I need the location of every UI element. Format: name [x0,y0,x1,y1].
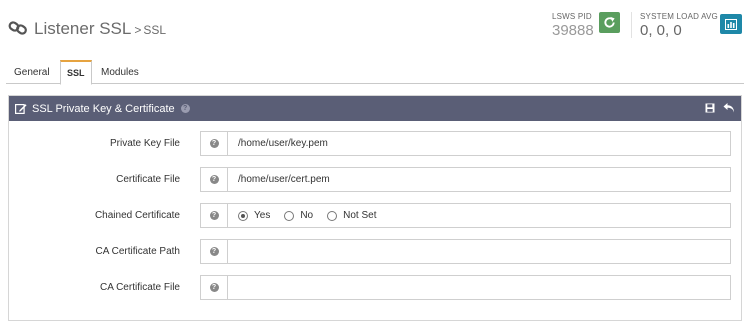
row-chained-certificate: Chained Certificate ? Yes No Not Set [9,203,741,228]
radio-button[interactable] [238,210,248,221]
load-value: 0, 0, 0 [640,22,682,39]
private-key-file-field[interactable]: /home/user/key.pem [227,131,731,156]
help-button[interactable]: ? [200,275,228,300]
bar-chart-icon [725,18,737,30]
edit-icon [15,104,27,114]
tab-modules[interactable]: Modules [95,62,145,84]
help-icon: ? [209,211,219,220]
panel-header: SSL Private Key & Certificate ? [9,96,741,121]
help-button[interactable]: ? [200,167,228,192]
refresh-icon [604,16,615,28]
row-label: Chained Certificate [94,210,180,221]
radio-no[interactable]: No [284,210,313,221]
header-divider [631,12,632,38]
row-ca-certificate-file: CA Certificate File ? [9,275,741,300]
row-ca-certificate-path: CA Certificate Path ? [9,239,741,264]
chained-certificate-radio-group: Yes No Not Set [227,203,731,228]
row-private-key-file: Private Key File ? /home/user/key.pem [9,131,741,156]
row-label: CA Certificate Path [95,246,180,257]
radio-yes[interactable]: Yes [238,210,270,221]
radio-label: Not Set [343,210,377,221]
help-icon: ? [209,175,219,184]
save-icon[interactable] [705,103,715,113]
pid-label: LSWS PID [552,12,592,21]
undo-icon[interactable] [723,102,735,114]
stats-button[interactable] [720,14,742,34]
pid-value: 39888 [552,22,594,39]
help-icon: ? [209,283,219,292]
row-label: CA Certificate File [99,282,180,293]
certificate-file-field[interactable]: /home/user/cert.pem [227,167,731,192]
help-icon[interactable]: ? [180,104,190,113]
radio-button[interactable] [284,210,295,221]
breadcrumb: SSL [143,23,167,37]
restart-button[interactable] [599,12,620,33]
radio-label: Yes [254,210,271,221]
pid-block: LSWS PID 39888 [552,12,594,39]
panel-title: SSL Private Key & Certificate [32,102,175,115]
radio-label: No [300,210,314,221]
ca-certificate-path-field[interactable] [227,239,731,264]
page-header: Listener SSL > SSL LSWS PID 39888 SYSTEM… [0,0,750,58]
help-icon: ? [209,247,219,256]
tab-ssl[interactable]: SSL [60,60,92,85]
row-label: Private Key File [109,138,180,149]
help-button[interactable]: ? [200,203,228,228]
row-certificate-file: Certificate File ? /home/user/cert.pem [9,167,741,192]
row-label: Certificate File [116,174,180,185]
tab-bar: General SSL Modules [6,60,744,85]
radio-button[interactable] [327,210,338,221]
radio-not-set[interactable]: Not Set [327,210,376,221]
ca-certificate-file-field[interactable] [227,275,731,300]
tab-general[interactable]: General [8,62,56,84]
load-block: SYSTEM LOAD AVG 0, 0, 0 [640,12,718,39]
help-button[interactable]: ? [200,239,228,264]
breadcrumb-separator: > [134,23,142,37]
load-label: SYSTEM LOAD AVG [640,12,718,21]
page-title-group: Listener SSL > SSL [8,18,166,39]
help-button[interactable]: ? [200,131,228,156]
link-icon [8,21,27,35]
page-title: Listener SSL [34,19,132,38]
help-icon: ? [209,139,219,148]
ssl-key-panel: SSL Private Key & Certificate ? Private … [8,95,742,321]
